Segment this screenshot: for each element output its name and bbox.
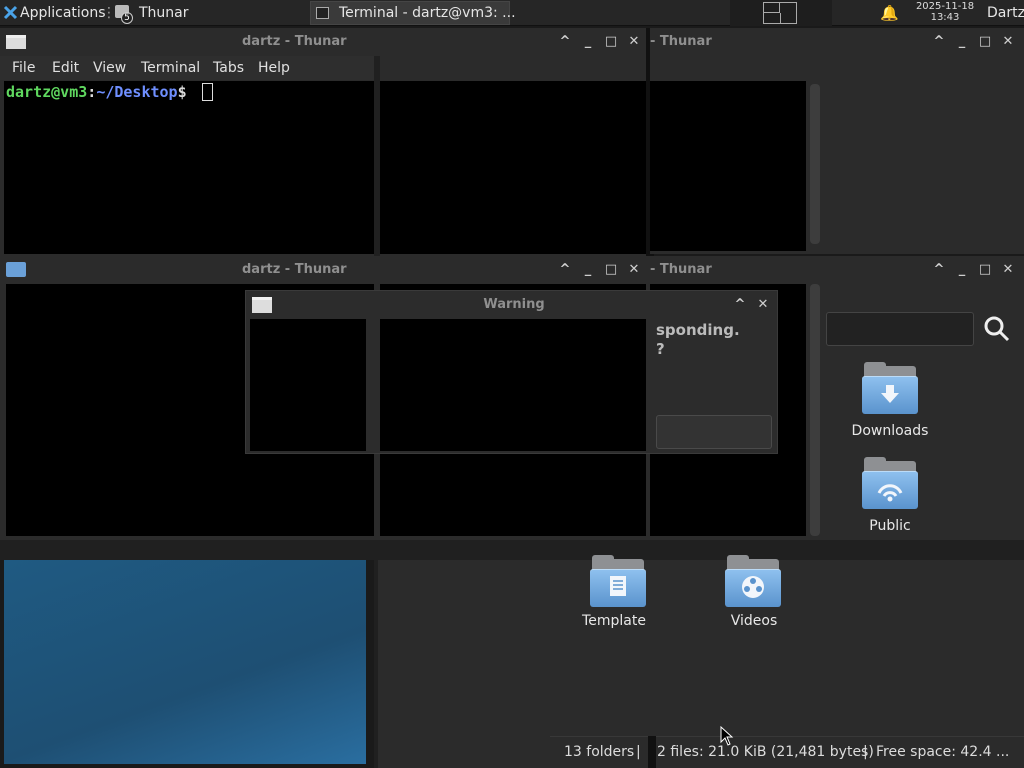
window-maximize-button[interactable]: □ [603,34,619,50]
mouse-pointer-icon [720,726,734,746]
window-title: dartz - Thunar [242,34,347,49]
window-maximize-button[interactable]: □ [977,34,993,50]
window-shadow [0,540,1024,560]
folder-label: Videos [730,613,778,629]
stale-dialog-area [380,319,646,451]
window-shade-button[interactable]: ^ [931,262,947,278]
status-bar: 13 folders | 2 files: 21.0 KiB (21,481 b… [550,736,1024,766]
window-maximize-button[interactable]: □ [603,262,619,278]
menu-edit[interactable]: Edit [52,56,79,80]
document-icon [590,555,648,609]
clock-time: 13:43 [930,12,960,23]
prompt-separator: : [87,83,97,101]
clock[interactable]: 2025-11-18 13:43 [906,1,984,25]
shell-prompt: dartz@vm3:~/Desktop$ [6,83,213,101]
terminal-window: dartz - Thunar ^ _ □ ✕ File Edit View Te… [0,28,650,256]
status-separator: | [863,744,868,760]
share-icon [862,457,920,511]
applications-label: Applications [20,5,106,21]
status-separator: | [636,744,641,760]
applications-menu-button[interactable]: Applications ⋮ [0,0,116,26]
window-count-badge: 5 [121,12,133,24]
workspace-1[interactable] [763,2,797,24]
dialog-close-button[interactable]: ✕ [755,297,771,313]
dialog-message-line2: ? [656,340,665,358]
folder-label: Downloads [851,423,929,439]
window-title: - Thunar [650,34,712,49]
window-icon [6,35,26,49]
window-divider [648,736,656,768]
window-minimize-button[interactable]: _ [954,34,970,50]
top-panel: Applications ⋮ 5 Thunar Terminal - dartz… [0,0,1024,26]
menu-tabs[interactable]: Tabs [213,56,244,80]
thunar-titlebar[interactable]: dartz - Thunar ^ _ □ ✕ [0,256,650,284]
terminal-titlebar[interactable]: dartz - Thunar ^ _ □ ✕ [0,28,650,56]
window-maximize-button[interactable]: □ [977,262,993,278]
xfce-logo-icon [3,5,18,20]
window-minimize-button[interactable]: _ [580,262,596,278]
status-file-summary: 2 files: 21.0 KiB (21,481 bytes) [657,744,874,760]
prompt-user: dartz@vm3 [6,83,88,101]
stale-window-area [650,81,806,251]
prompt-sigil: $ [177,83,187,101]
menu-file[interactable]: File [12,56,35,80]
terminal-icon [316,7,329,19]
status-free-space: Free space: 42.4 ... [876,744,1010,760]
window-close-button[interactable]: ✕ [626,34,642,50]
taskbar-thunar-button[interactable]: 5 Thunar [112,0,308,26]
folder-label: Template [582,613,646,629]
window-close-button[interactable]: ✕ [1000,34,1016,50]
window-title: dartz - Thunar [242,262,347,277]
dialog-button[interactable] [656,415,772,449]
download-icon [862,362,920,416]
window-title: - Thunar [650,262,712,277]
taskbar-terminal-label: Terminal - dartz@vm3: ... [339,5,516,21]
taskbar-terminal-button[interactable]: Terminal - dartz@vm3: ... [310,1,516,25]
desktop-background-lower [4,560,366,764]
window-shade-button[interactable]: ^ [557,34,573,50]
folder-template[interactable]: Template [555,553,675,637]
folder-public[interactable]: Public [830,455,950,539]
stale-dialog-area [250,319,366,451]
stale-window-area [380,81,646,254]
folder-window-icon [6,262,26,277]
window-shade-button[interactable]: ^ [931,34,947,50]
user-menu[interactable]: Dartz [987,0,1024,26]
window-minimize-button[interactable]: _ [954,262,970,278]
thunar-titlebar[interactable]: - Thunar ^ _ □ ✕ [650,256,1024,284]
thunar-window-top-right: - Thunar ^ _ □ ✕ [650,28,1024,254]
dialog-message: sponding. ? [656,321,740,359]
menu-terminal[interactable]: Terminal [141,56,200,80]
workspace-switcher[interactable] [730,0,832,26]
dialog-title: Warning [483,297,545,312]
menu-view[interactable]: View [93,56,126,80]
terminal-menubar: File Edit View Terminal Tabs Help [0,56,374,80]
status-folder-count: 13 folders [564,744,635,760]
window-shade-button[interactable]: ^ [557,262,573,278]
window-minimize-button[interactable]: _ [580,34,596,50]
notification-bell-icon[interactable]: 🔔 [880,4,899,22]
film-icon [725,555,783,609]
taskbar-thunar-label: Thunar [139,5,189,21]
scrollbar[interactable] [810,84,820,244]
search-icon[interactable] [984,316,1010,342]
warning-dialog: Warning ^ ✕ sponding. ? [245,290,778,454]
clock-date: 2025-11-18 [915,1,975,12]
scrollbar[interactable] [810,284,820,536]
dialog-shade-button[interactable]: ^ [732,297,748,313]
terminal-output[interactable]: dartz@vm3:~/Desktop$ [4,81,374,254]
folder-downloads[interactable]: Downloads [830,360,950,444]
window-close-button[interactable]: ✕ [1000,262,1016,278]
menu-help[interactable]: Help [258,56,290,80]
prompt-path: ~/Desktop [96,83,178,101]
dialog-message-line1: sponding. [656,321,740,339]
folder-videos[interactable]: Videos [694,553,814,637]
location-entry[interactable] [826,312,974,346]
dialog-window-icon [252,297,272,313]
folder-label: Public [869,518,911,534]
text-cursor [201,83,213,101]
thunar-titlebar[interactable]: - Thunar ^ _ □ ✕ [650,28,1024,56]
window-close-button[interactable]: ✕ [626,262,642,278]
